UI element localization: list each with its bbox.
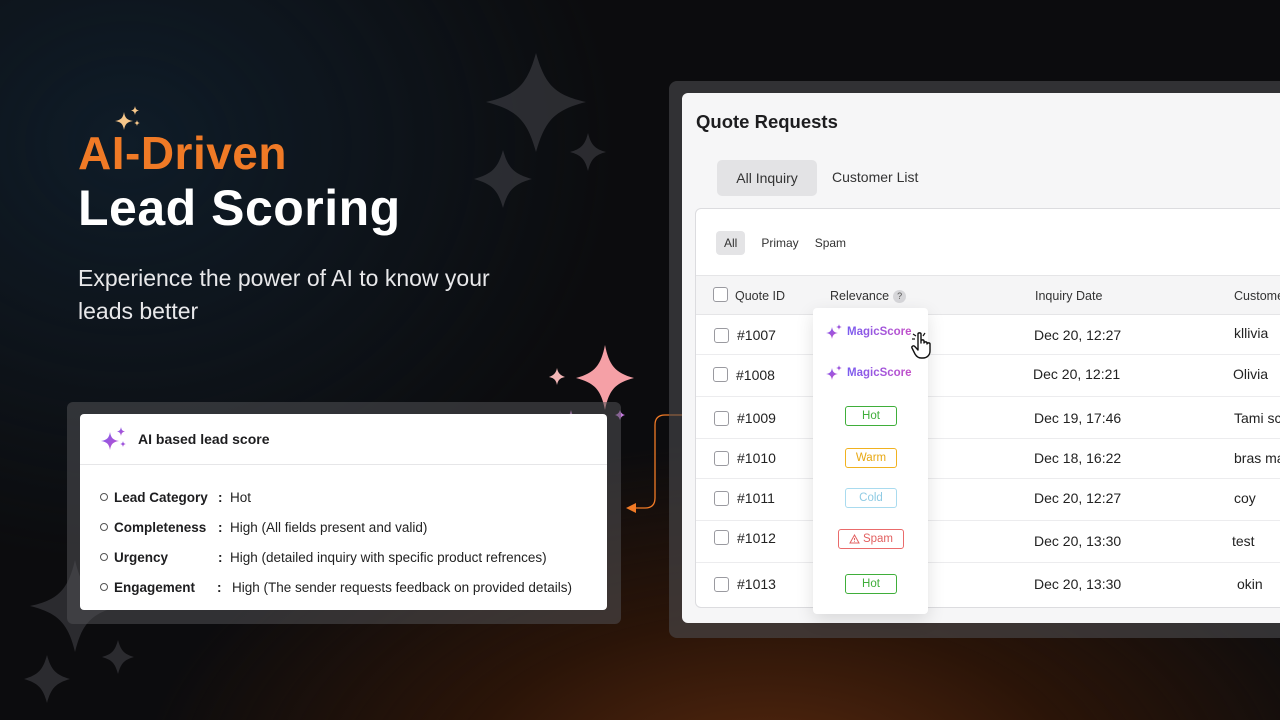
col-customer: Custome	[1234, 289, 1280, 303]
lead-row-completeness: Completeness : High (All fields present …	[80, 512, 607, 542]
colon: :	[218, 549, 223, 565]
row-date: Dec 20, 12:21	[1033, 366, 1121, 382]
row-customer: test	[1232, 533, 1255, 549]
panel-title: Quote Requests	[696, 111, 838, 132]
row-quote-id: #1011	[737, 490, 775, 506]
row-date: Dec 20, 12:27	[1034, 490, 1122, 506]
table-row[interactable]: #1012 Dec 20, 13:30 test	[696, 521, 1280, 563]
pointer-hand-icon	[911, 332, 931, 359]
lead-row-value: Hot	[230, 489, 252, 505]
relevance-badge-hot: Hot	[845, 574, 897, 594]
row-quote-id: #1009	[737, 410, 776, 426]
relevance-badge-hot: Hot	[845, 406, 897, 426]
row-quote-id: #1010	[737, 450, 776, 466]
magicscore-label: MagicScore	[847, 326, 912, 338]
spam-label: Spam	[862, 533, 894, 545]
lead-row-urgency: Urgency : High (detailed inquiry with sp…	[80, 542, 607, 572]
row-quote-id: #1007	[737, 327, 776, 343]
sparkle-icon	[826, 365, 842, 380]
table-row[interactable]: #1013 Dec 20, 13:30 okin	[696, 563, 1280, 608]
row-checkbox[interactable]	[713, 367, 728, 382]
colon: :	[218, 519, 223, 535]
lead-row-key: Urgency	[114, 549, 169, 565]
row-quote-id: #1008	[736, 367, 775, 383]
col-inquiry-date: Inquiry Date	[1035, 289, 1103, 303]
row-customer: Tami sc	[1234, 410, 1280, 426]
row-date: Dec 18, 16:22	[1034, 450, 1122, 466]
col-relevance-label: Relevance	[830, 289, 890, 303]
filter-all[interactable]: All	[716, 231, 746, 255]
row-date: Dec 20, 12:27	[1034, 327, 1122, 343]
table-header: Quote ID Relevance? Inquiry Date Custome	[696, 275, 1280, 315]
row-checkbox[interactable]	[714, 491, 729, 506]
row-checkbox[interactable]	[714, 451, 729, 466]
row-customer: bras ma	[1234, 450, 1280, 466]
row-quote-id: #1012	[737, 530, 776, 546]
quote-table: All Primay Spam Quote ID Relevance? Inqu…	[695, 208, 1280, 608]
relevance-badge-cold: Cold	[845, 488, 897, 508]
row-customer: coy	[1234, 490, 1256, 506]
lead-row-value: High (detailed inquiry with specific pro…	[230, 549, 547, 565]
lead-score-card: AI based lead score Lead Category : Hot …	[80, 414, 607, 610]
lead-row-key: Engagement	[114, 579, 196, 595]
row-checkbox[interactable]	[714, 411, 729, 426]
row-checkbox[interactable]	[714, 328, 729, 343]
row-date: Dec 20, 13:30	[1034, 576, 1122, 592]
lead-row-category: Lead Category : Hot	[80, 482, 607, 512]
lead-card-title: AI based lead score	[138, 431, 270, 447]
col-relevance: Relevance?	[830, 289, 907, 303]
lead-row-engagement: Engagement : High (The sender requests f…	[80, 572, 607, 602]
table-row[interactable]: #1011 Dec 20, 12:27 coy	[696, 479, 1280, 521]
table-row[interactable]: #1007 Dec 20, 12:27 kllivia	[696, 315, 1280, 355]
magicscore-button[interactable]: MagicScore	[825, 324, 912, 340]
row-customer: Olivia	[1233, 366, 1269, 382]
magicscore-label: MagicScore	[847, 367, 912, 379]
warning-icon	[849, 534, 860, 544]
tab-customer-list[interactable]: Customer List	[832, 169, 918, 185]
lead-row-key: Completeness	[114, 519, 207, 535]
magicscore-button[interactable]: MagicScore	[825, 365, 912, 381]
relevance-badge-warm: Warm	[845, 448, 897, 468]
table-row[interactable]: #1010 Dec 18, 16:22 bras ma	[696, 439, 1280, 479]
filter-primary[interactable]: Primay	[761, 236, 798, 250]
row-date: Dec 20, 13:30	[1034, 533, 1122, 549]
quote-requests-panel: Quote Requests All Inquiry Customer List…	[682, 93, 1280, 623]
sparkle-icon	[826, 324, 842, 339]
filter-spam[interactable]: Spam	[815, 236, 846, 250]
lead-row-value: High (The sender requests feedback on pr…	[232, 579, 572, 595]
row-date: Dec 19, 17:46	[1034, 410, 1122, 426]
col-quote-id: Quote ID	[735, 289, 786, 303]
row-checkbox[interactable]	[714, 530, 729, 545]
sparkle-icon	[101, 427, 126, 450]
lead-row-key: Lead Category	[114, 489, 208, 505]
row-customer: kllivia	[1234, 325, 1269, 341]
help-icon[interactable]: ?	[893, 290, 907, 303]
colon: :	[217, 579, 222, 595]
lead-row-value: High (All fields present and valid)	[230, 519, 428, 535]
row-customer: okin	[1237, 576, 1263, 592]
row-checkbox[interactable]	[714, 577, 729, 592]
colon: :	[218, 489, 223, 505]
table-row[interactable]: #1009 Dec 19, 17:46 Tami sc	[696, 397, 1280, 439]
table-row[interactable]: #1008 Dec 20, 12:21 Olivia	[696, 355, 1280, 397]
lead-card-header: AI based lead score	[80, 414, 607, 465]
relevance-badge-spam: Spam	[838, 529, 904, 549]
select-all-checkbox[interactable]	[713, 287, 728, 302]
row-quote-id: #1013	[737, 576, 776, 592]
filter-bar: All Primay Spam	[716, 231, 862, 255]
tab-all-inquiry[interactable]: All Inquiry	[717, 160, 817, 196]
